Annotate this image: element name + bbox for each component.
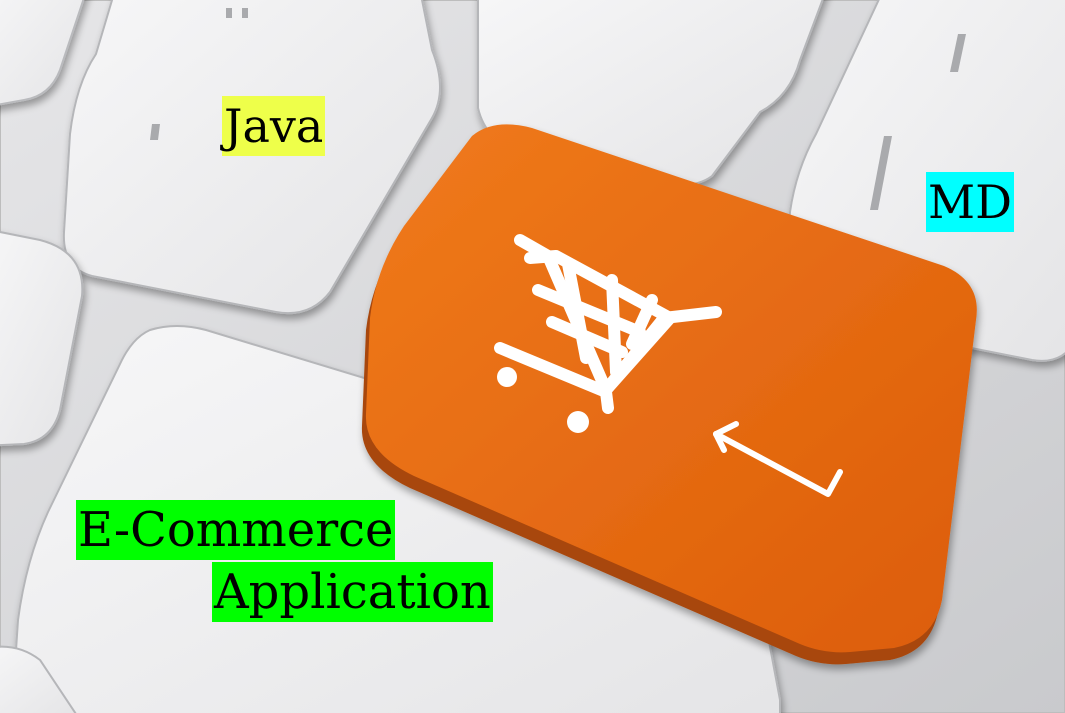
label-md: MD — [926, 172, 1014, 232]
label-application: Application — [212, 562, 493, 622]
label-java: Java — [222, 96, 326, 156]
keyboard-photo — [0, 0, 1065, 713]
label-ecommerce: E-Commerce — [76, 500, 396, 560]
